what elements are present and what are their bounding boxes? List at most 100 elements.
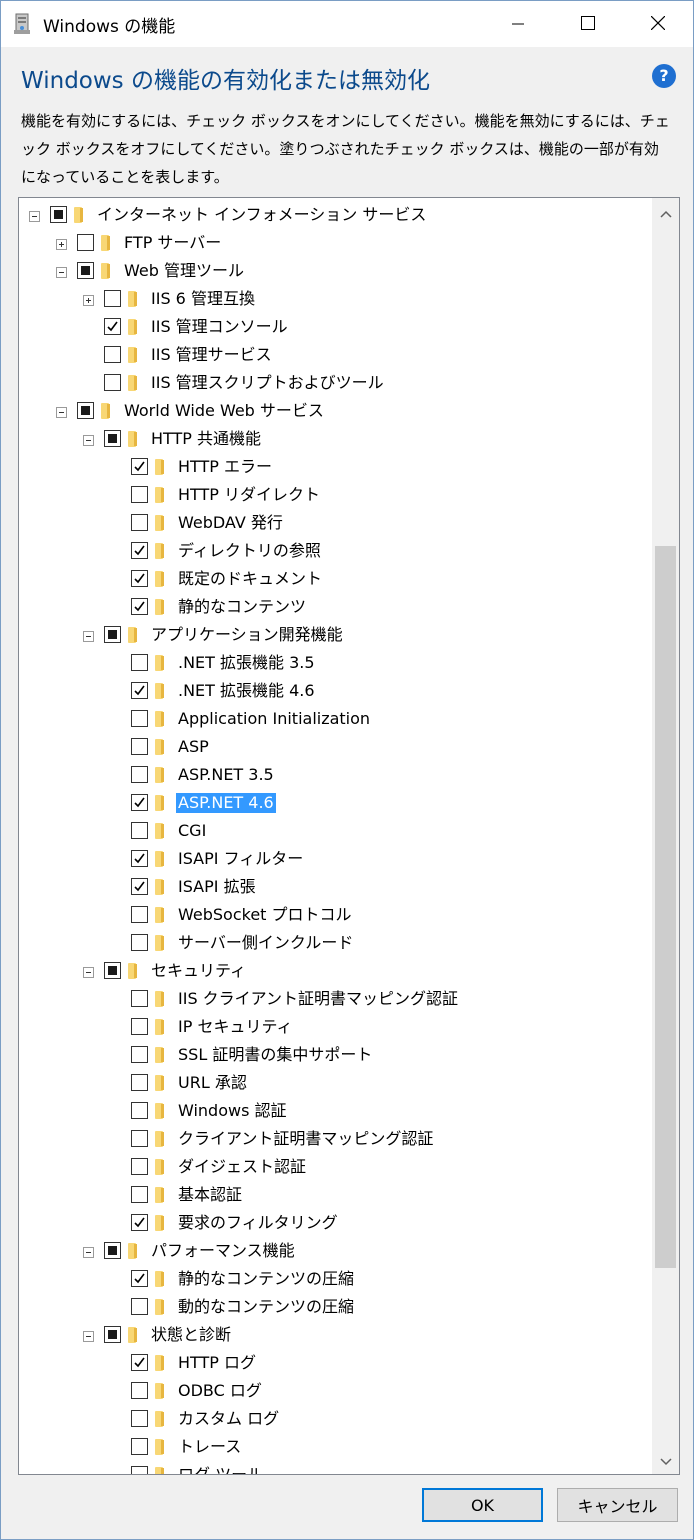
collapse-icon[interactable] [29,211,40,222]
tree-item[interactable]: URL 承認 [19,1069,651,1097]
feature-label[interactable]: ログ ツール [176,1465,265,1474]
tree-item[interactable]: HTTP リダイレクト [19,481,651,509]
scroll-up-button[interactable] [652,198,679,226]
expand-icon[interactable] [83,295,94,306]
feature-checkbox[interactable] [131,1046,148,1063]
feature-label[interactable]: カスタム ログ [176,1409,281,1429]
collapse-icon[interactable] [83,631,94,642]
tree-item[interactable]: トレース [19,1433,651,1461]
feature-label[interactable]: セキュリティ [149,961,248,981]
feature-label[interactable]: World Wide Web サービス [122,401,326,421]
tree-item[interactable]: 静的なコンテンツ [19,593,651,621]
title-bar[interactable]: Windows の機能 [1,1,693,47]
feature-label[interactable]: ディレクトリの参照 [176,541,323,561]
feature-label[interactable]: WebDAV 発行 [176,513,285,533]
feature-checkbox[interactable] [77,262,94,279]
feature-checkbox[interactable] [131,654,148,671]
tree-item[interactable]: ダイジェスト認証 [19,1153,651,1181]
feature-checkbox[interactable] [77,402,94,419]
tree-item[interactable]: 動的なコンテンツの圧縮 [19,1293,651,1321]
feature-label[interactable]: アプリケーション開発機能 [149,625,345,645]
feature-label[interactable]: 要求のフィルタリング [176,1213,340,1233]
collapse-icon[interactable] [83,435,94,446]
feature-checkbox[interactable] [131,1410,148,1427]
feature-checkbox[interactable] [131,458,148,475]
feature-label[interactable]: ODBC ログ [176,1381,264,1401]
collapse-icon[interactable] [83,1331,94,1342]
tree-item[interactable]: アプリケーション開発機能 [19,621,651,649]
feature-checkbox[interactable] [131,570,148,587]
feature-checkbox[interactable] [131,1214,148,1231]
feature-checkbox[interactable] [131,1158,148,1175]
tree-item[interactable]: IIS 管理コンソール [19,313,651,341]
feature-checkbox[interactable] [131,682,148,699]
scrollbar-thumb[interactable] [655,546,676,1268]
feature-label[interactable]: IIS 管理コンソール [149,317,290,337]
feature-label[interactable]: IIS 管理サービス [149,345,274,365]
feature-label[interactable]: パフォーマンス機能 [149,1241,297,1261]
feature-label[interactable]: IIS クライアント証明書マッピング認証 [176,989,460,1009]
tree-item[interactable]: ISAPI フィルター [19,845,651,873]
feature-checkbox[interactable] [131,1270,148,1287]
feature-label[interactable]: IIS 管理スクリプトおよびツール [149,373,386,393]
feature-label[interactable]: URL 承認 [176,1073,249,1093]
feature-label[interactable]: ASP [176,737,211,757]
feature-checkbox[interactable] [104,1326,121,1343]
feature-checkbox[interactable] [131,1074,148,1091]
close-button[interactable] [623,1,693,47]
feature-checkbox[interactable] [104,374,121,391]
feature-checkbox[interactable] [131,738,148,755]
tree-item[interactable]: ASP [19,733,651,761]
feature-checkbox[interactable] [131,766,148,783]
vertical-scrollbar[interactable] [652,198,679,1474]
tree-item[interactable]: IP セキュリティ [19,1013,651,1041]
tree-item[interactable]: ISAPI 拡張 [19,873,651,901]
feature-label[interactable]: インターネット インフォメーション サービス [95,205,428,225]
tree-item[interactable]: IIS 管理スクリプトおよびツール [19,369,651,397]
collapse-icon[interactable] [83,1247,94,1258]
feature-checkbox[interactable] [131,1438,148,1455]
feature-label[interactable]: HTTP 共通機能 [149,429,263,449]
tree-item[interactable]: ASP.NET 3.5 [19,761,651,789]
tree-item[interactable]: WebDAV 発行 [19,509,651,537]
feature-checkbox[interactable] [131,1018,148,1035]
feature-label[interactable]: 既定のドキュメント [176,569,324,589]
tree-item[interactable]: サーバー側インクルード [19,929,651,957]
feature-checkbox[interactable] [104,430,121,447]
feature-label[interactable]: サーバー側インクルード [176,933,355,953]
tree-item[interactable]: FTP サーバー [19,229,651,257]
feature-label[interactable]: ダイジェスト認証 [176,1157,308,1177]
tree-item[interactable]: 状態と診断 [19,1321,651,1349]
feature-label[interactable]: 静的なコンテンツ [176,597,308,617]
feature-checkbox[interactable] [50,206,67,223]
tree-item[interactable]: WebSocket プロトコル [19,901,651,929]
feature-label[interactable]: ASP.NET 4.6 [176,793,276,813]
feature-checkbox[interactable] [131,1466,148,1474]
collapse-icon[interactable] [83,967,94,978]
tree-item[interactable]: 静的なコンテンツの圧縮 [19,1265,651,1293]
tree-item[interactable]: ログ ツール [19,1461,651,1474]
tree-item[interactable]: CGI [19,817,651,845]
feature-checkbox[interactable] [104,346,121,363]
feature-label[interactable]: .NET 拡張機能 4.6 [176,681,317,701]
feature-checkbox[interactable] [131,598,148,615]
feature-checkbox[interactable] [131,934,148,951]
tree-item[interactable]: ASP.NET 4.6 [19,789,651,817]
tree-item[interactable]: 既定のドキュメント [19,565,651,593]
tree-item[interactable]: パフォーマンス機能 [19,1237,651,1265]
tree-item[interactable]: IIS 管理サービス [19,341,651,369]
tree-item[interactable]: ディレクトリの参照 [19,537,651,565]
feature-checkbox[interactable] [104,962,121,979]
tree-item[interactable]: セキュリティ [19,957,651,985]
feature-checkbox[interactable] [131,1130,148,1147]
feature-label[interactable]: 動的なコンテンツの圧縮 [176,1297,356,1317]
ok-button[interactable]: OK [422,1488,543,1522]
collapse-icon[interactable] [56,267,67,278]
tree-item[interactable]: SSL 証明書の集中サポート [19,1041,651,1069]
feature-label[interactable]: HTTP リダイレクト [176,485,322,505]
feature-checkbox[interactable] [131,1186,148,1203]
feature-label[interactable]: CGI [176,821,208,841]
tree-item[interactable]: 基本認証 [19,1181,651,1209]
tree-item[interactable]: IIS クライアント証明書マッピング認証 [19,985,651,1013]
feature-label[interactable]: 状態と診断 [149,1325,233,1345]
